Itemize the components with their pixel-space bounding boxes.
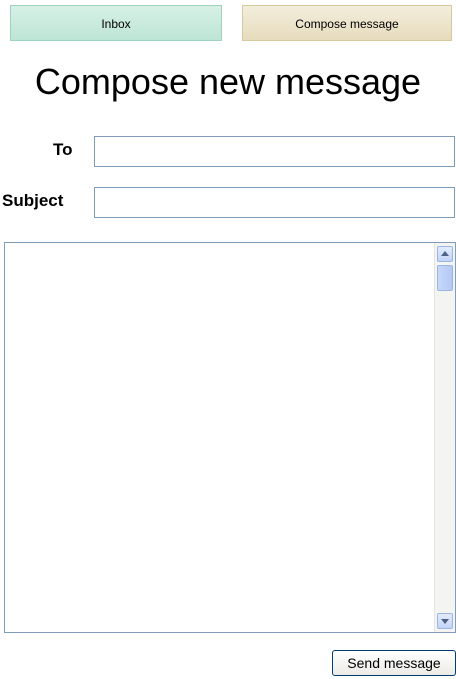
send-message-button[interactable]: Send message xyxy=(332,650,456,676)
scroll-up-button[interactable] xyxy=(437,246,453,262)
scroll-down-button[interactable] xyxy=(437,613,453,629)
chevron-down-icon xyxy=(441,619,449,624)
page-title: Compose new message xyxy=(34,61,422,102)
tab-compose-message[interactable]: Compose message xyxy=(242,5,452,41)
tab-inbox[interactable]: Inbox xyxy=(10,5,222,41)
to-label: To xyxy=(53,140,73,159)
scrollbar-thumb[interactable] xyxy=(437,265,453,291)
message-body-scrollbar[interactable] xyxy=(434,243,455,632)
chevron-up-icon xyxy=(441,251,449,256)
to-field[interactable] xyxy=(94,136,455,167)
subject-field[interactable] xyxy=(94,187,455,218)
message-body-textarea[interactable] xyxy=(5,243,435,632)
message-body-container xyxy=(4,242,456,633)
subject-label: Subject xyxy=(2,191,64,210)
